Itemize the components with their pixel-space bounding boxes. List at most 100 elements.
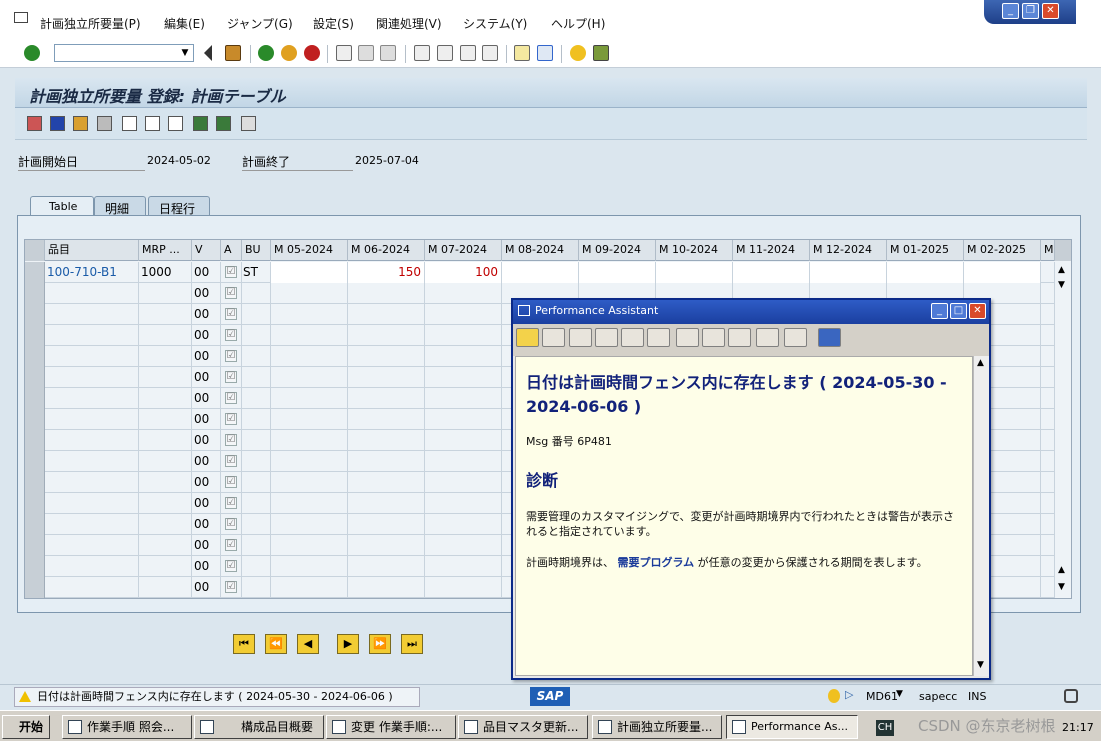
save-icon[interactable] [225,45,241,61]
col-header-m08-2024[interactable]: M 08-2024 [502,240,579,261]
table-cell[interactable] [1041,535,1055,556]
active-checkbox[interactable]: ☑ [225,350,237,362]
row-selector[interactable] [25,367,45,388]
minimize-icon[interactable]: _ [1002,3,1019,19]
table-cell[interactable] [45,304,139,325]
table-icon[interactable] [122,116,137,131]
menu-item-help[interactable]: ヘルプ(H) [551,15,605,32]
close-icon[interactable]: ✕ [1042,3,1059,19]
col-header-m01-2025[interactable]: M 01-2025 [887,240,964,261]
table-cell[interactable] [425,367,502,388]
list-icon[interactable] [216,116,231,131]
row-selector[interactable] [25,346,45,367]
table-cell[interactable] [348,388,425,409]
table-cell[interactable] [45,325,139,346]
table-cell[interactable] [425,346,502,367]
table-cell[interactable]: ☑ [221,472,242,493]
table-cell[interactable] [242,493,271,514]
table-cell[interactable] [242,409,271,430]
table-cell[interactable]: ☑ [221,283,242,304]
table-cell[interactable] [348,577,425,598]
table-cell[interactable] [45,283,139,304]
table-cell[interactable] [348,451,425,472]
printer-icon[interactable] [784,328,807,347]
col-header-m11-2024[interactable]: M 11-2024 [733,240,810,261]
table-cell[interactable] [810,262,887,283]
display-icon[interactable] [728,328,751,347]
active-checkbox[interactable]: ☑ [225,560,237,572]
table-cell[interactable]: ☑ [221,388,242,409]
arrow-left-icon[interactable] [204,45,212,61]
table-cell[interactable] [271,451,348,472]
scroll-down-icon[interactable]: ▼ [1058,280,1065,290]
technical-info-icon[interactable] [595,328,618,347]
table-cell[interactable]: 00 [192,304,221,325]
help-icon[interactable] [570,45,586,61]
table-cell[interactable] [1041,367,1055,388]
col-header-v[interactable]: V [192,240,221,261]
table-cell[interactable] [425,556,502,577]
table-cell[interactable]: 00 [192,472,221,493]
table-cell[interactable]: ☑ [221,514,242,535]
start-button[interactable]: 开始 [2,715,50,739]
table-cell[interactable]: 100 [425,262,502,283]
table-cell[interactable] [139,535,192,556]
row-selector[interactable] [25,283,45,304]
table-cell[interactable] [139,367,192,388]
table-cell[interactable] [139,430,192,451]
table-cell[interactable] [733,262,810,283]
scroll-down-icon[interactable]: ▼ [977,660,984,670]
table-cell[interactable] [887,262,964,283]
new-session-icon[interactable] [514,45,530,61]
table-cell[interactable] [242,535,271,556]
table-cell[interactable] [45,388,139,409]
table-cell[interactable] [139,556,192,577]
table-cell[interactable] [45,535,139,556]
table-cell[interactable] [242,430,271,451]
tab-schedule-lines[interactable]: 日程行 [148,196,210,216]
table-cell[interactable]: ST [242,262,271,283]
table-cell[interactable] [271,388,348,409]
table-cell[interactable]: ☑ [221,367,242,388]
table-cell[interactable] [1041,577,1055,598]
active-checkbox[interactable]: ☑ [225,455,237,467]
exit-icon[interactable] [281,45,297,61]
table-cell[interactable] [348,535,425,556]
table-cell[interactable] [139,283,192,304]
demand-program-link[interactable]: 需要プログラム [618,556,695,569]
col-header-m05-2024[interactable]: M 05-2024 [271,240,348,261]
col-header-a[interactable]: A [221,240,242,261]
table-cell[interactable]: 150 [348,262,425,283]
close-icon[interactable] [818,328,841,347]
close-icon[interactable]: ✕ [969,303,986,319]
row-selector[interactable] [25,535,45,556]
table-cell[interactable]: 00 [192,577,221,598]
table-cell[interactable] [1041,556,1055,577]
menu-item-related[interactable]: 関連処理(V) [376,15,442,32]
table-cell[interactable]: ☑ [221,304,242,325]
table-cell[interactable] [656,262,733,283]
enter-icon[interactable] [24,45,40,61]
row-selector[interactable] [25,556,45,577]
active-checkbox[interactable]: ☑ [225,308,237,320]
table-cell[interactable] [1041,430,1055,451]
table-cell[interactable] [348,304,425,325]
user-parameters-icon[interactable] [27,116,42,131]
table-cell[interactable] [348,472,425,493]
chevron-down-icon[interactable]: ▼ [896,689,903,699]
find-icon[interactable] [358,45,374,61]
first-row-button[interactable]: ⏮ [233,634,255,654]
table-cell[interactable]: ☑ [221,535,242,556]
play-icon[interactable]: ▷ [845,688,853,701]
col-header-m10-2024[interactable]: M 10-2024 [656,240,733,261]
table-cell[interactable] [1041,493,1055,514]
table-cell[interactable] [271,346,348,367]
previous-row-button[interactable]: ◀ [297,634,319,654]
col-header-item[interactable]: 品目 [45,240,139,261]
table-cell[interactable] [242,304,271,325]
column-settings-icon[interactable] [1055,240,1071,261]
table-cell[interactable] [139,346,192,367]
active-checkbox[interactable]: ☑ [225,476,237,488]
table-cell[interactable] [425,472,502,493]
first-page-icon[interactable] [414,45,430,61]
